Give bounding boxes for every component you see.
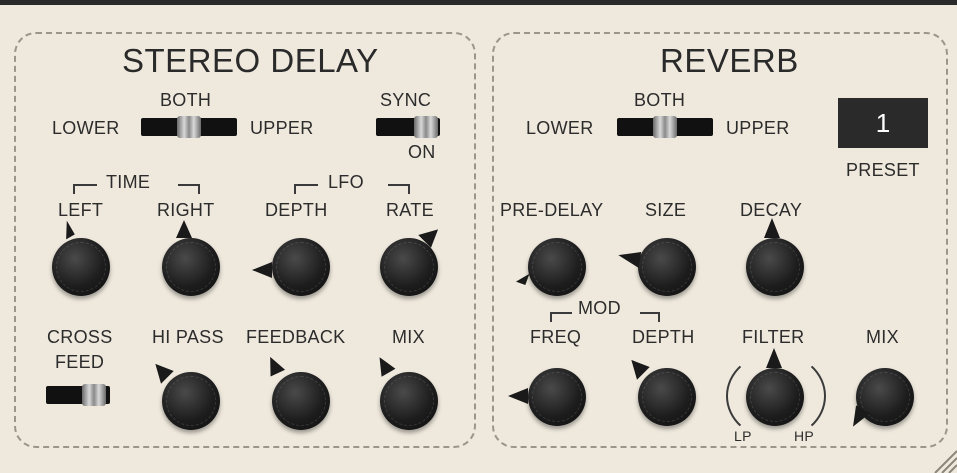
mod-bracket-left (550, 312, 572, 322)
mod-freq-knob[interactable] (528, 368, 586, 426)
delay-mix-knob[interactable] (380, 372, 438, 430)
mod-freq-label: FREQ (530, 327, 582, 347)
right-knob[interactable] (162, 238, 220, 296)
preset-label: PRESET (846, 160, 920, 180)
filter-knob[interactable] (746, 368, 804, 426)
lfo-depth-knob[interactable] (272, 238, 330, 296)
lfo-rate-label: RATE (386, 200, 434, 220)
sync-label: SYNC (380, 90, 432, 110)
time-bracket-left (73, 184, 97, 194)
mod-depth-label: DEPTH (632, 327, 695, 347)
feedback-knob[interactable] (272, 372, 330, 430)
sync-state-label: ON (408, 142, 436, 162)
size-label: SIZE (645, 200, 687, 220)
sync-switch[interactable] (376, 116, 440, 138)
preset-display[interactable]: 1 (838, 98, 928, 148)
time-bracket-right (178, 184, 200, 194)
lfo-depth-label: DEPTH (265, 200, 328, 220)
delay-mode-both-label: BOTH (160, 90, 212, 110)
cross-feed-switch[interactable] (46, 384, 110, 406)
lfo-group-label: LFO (328, 172, 364, 192)
cross-feed-label-line1: CROSS (47, 327, 113, 347)
decay-knob-pointer (764, 218, 780, 238)
mod-group-label: MOD (578, 298, 621, 318)
delay-mode-switch[interactable] (141, 116, 237, 138)
pre-delay-knob[interactable] (528, 238, 586, 296)
sync-thumb[interactable] (414, 116, 438, 138)
time-group-label: TIME (106, 172, 151, 192)
filter-label: FILTER (742, 327, 805, 347)
left-label: LEFT (58, 200, 104, 220)
pre-delay-label: PRE-DELAY (500, 200, 604, 220)
delay-mix-label: MIX (392, 327, 425, 347)
hi-pass-knob[interactable] (162, 372, 220, 430)
reverb-mix-label: MIX (866, 327, 899, 347)
size-knob[interactable] (638, 238, 696, 296)
reverb-mode-switch[interactable] (617, 116, 713, 138)
reverb-mode-both-label: BOTH (634, 90, 686, 110)
cross-feed-thumb[interactable] (82, 384, 106, 406)
delay-mode-lower-label: LOWER (52, 118, 120, 138)
stereo-delay-title: STEREO DELAY (122, 42, 379, 79)
delay-mode-thumb[interactable] (177, 116, 201, 138)
top-border (0, 0, 957, 5)
delay-mode-upper-label: UPPER (250, 118, 314, 138)
resize-grip-icon[interactable] (931, 447, 957, 473)
mod-depth-knob[interactable] (638, 368, 696, 426)
reverb-title: REVERB (660, 42, 799, 79)
reverb-mode-thumb[interactable] (653, 116, 677, 138)
reverb-mode-lower-label: LOWER (526, 118, 594, 138)
feedback-label: FEEDBACK (246, 327, 346, 347)
right-label: RIGHT (157, 200, 215, 220)
filter-lp-label: LP (734, 428, 752, 444)
mod-freq-knob-pointer (508, 388, 528, 404)
lfo-depth-knob-pointer (252, 262, 272, 278)
lfo-bracket-left (294, 184, 318, 194)
decay-knob[interactable] (746, 238, 804, 296)
lfo-bracket-right (388, 184, 410, 194)
mod-bracket-right (640, 312, 660, 322)
reverb-mode-upper-label: UPPER (726, 118, 790, 138)
hi-pass-label: HI PASS (152, 327, 224, 347)
left-knob[interactable] (52, 238, 110, 296)
cross-feed-label-line2: FEED (55, 352, 105, 372)
right-knob-pointer (176, 220, 192, 238)
filter-knob-pointer (766, 348, 782, 368)
filter-hp-label: HP (794, 428, 815, 444)
